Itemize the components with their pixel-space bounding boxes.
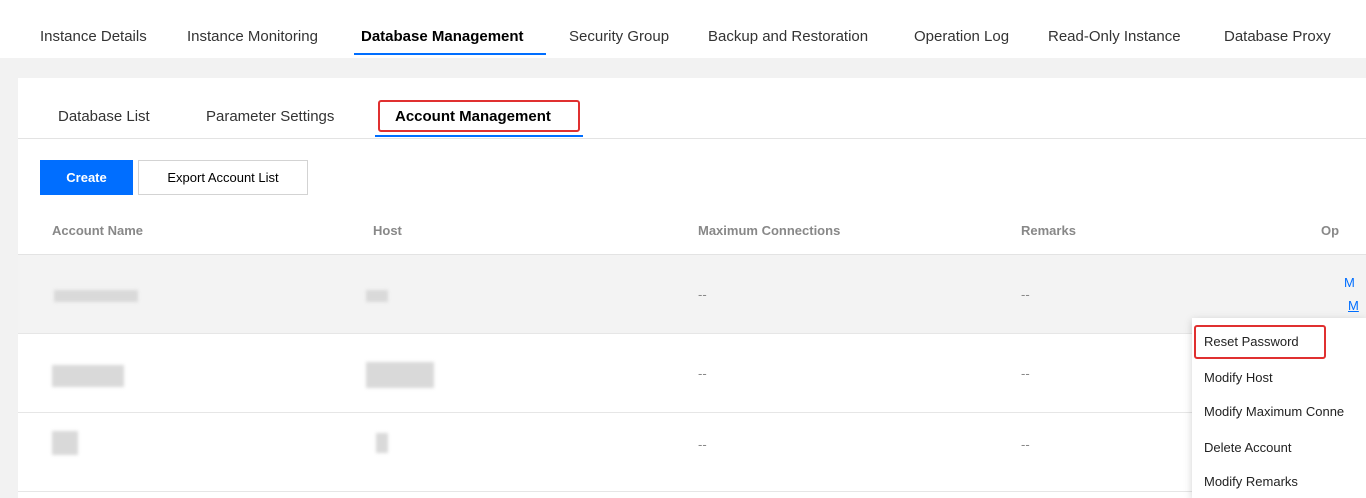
subtab-parameter-settings[interactable]: Parameter Settings	[206, 108, 334, 125]
tab-backup-and-restoration[interactable]: Backup and Restoration	[708, 28, 868, 45]
column-header-operation: Op	[1321, 223, 1340, 238]
menu-item-reset-password[interactable]: Reset Password	[1204, 334, 1299, 349]
table-row[interactable]: -- --	[18, 413, 1366, 492]
redacted-account-name	[52, 365, 124, 387]
redacted-account-name	[52, 431, 78, 455]
export-account-list-button[interactable]: Export Account List	[138, 160, 308, 195]
subtab-highlight-box	[378, 100, 580, 132]
redacted-host	[366, 362, 434, 388]
account-management-panel: Database List Parameter Settings Account…	[18, 78, 1366, 498]
tab-operation-log[interactable]: Operation Log	[914, 28, 1009, 45]
remarks-value: --	[1021, 366, 1030, 381]
create-button[interactable]: Create	[40, 160, 133, 195]
redacted-account-name	[54, 290, 138, 302]
redacted-host	[376, 433, 388, 453]
tab-instance-monitoring[interactable]: Instance Monitoring	[187, 28, 318, 45]
max-connections-value: --	[698, 366, 707, 381]
column-header-remarks: Remarks	[1021, 223, 1076, 238]
remarks-value: --	[1021, 287, 1030, 302]
column-header-account-name: Account Name	[52, 223, 144, 238]
redacted-host	[366, 290, 388, 302]
column-header-host: Host	[373, 223, 402, 238]
menu-item-delete-account[interactable]: Delete Account	[1204, 440, 1291, 455]
max-connections-value: --	[698, 437, 707, 452]
table-header: Account Name Host Maximum Connections Re…	[18, 206, 1366, 255]
menu-item-modify-max-connections[interactable]: Modify Maximum Conne	[1204, 404, 1344, 419]
modify-link[interactable]: M	[1344, 275, 1355, 290]
max-connections-value: --	[698, 287, 707, 302]
table-row[interactable]: -- --	[18, 334, 1366, 413]
table-row[interactable]: -- -- M M	[18, 255, 1366, 334]
active-subtab-indicator	[375, 135, 583, 137]
remarks-value: --	[1021, 437, 1030, 452]
menu-item-modify-remarks[interactable]: Modify Remarks	[1204, 474, 1298, 489]
sub-tab-bar: Database List Parameter Settings Account…	[18, 78, 1366, 139]
more-link[interactable]: M	[1348, 298, 1359, 313]
top-navigation: Instance Details Instance Monitoring Dat…	[0, 0, 1366, 58]
tab-database-proxy[interactable]: Database Proxy	[1224, 28, 1331, 45]
subtab-database-list[interactable]: Database List	[58, 108, 150, 125]
tab-database-management[interactable]: Database Management	[361, 28, 524, 45]
column-header-maximum-connections: Maximum Connections	[698, 223, 841, 238]
menu-item-modify-host[interactable]: Modify Host	[1204, 370, 1273, 385]
more-actions-dropdown: Reset Password Modify Host Modify Maximu…	[1192, 318, 1366, 498]
tab-read-only-instance[interactable]: Read-Only Instance	[1048, 28, 1181, 45]
tab-instance-details[interactable]: Instance Details	[40, 28, 147, 45]
active-tab-indicator	[354, 53, 546, 55]
tab-security-group[interactable]: Security Group	[569, 28, 669, 45]
